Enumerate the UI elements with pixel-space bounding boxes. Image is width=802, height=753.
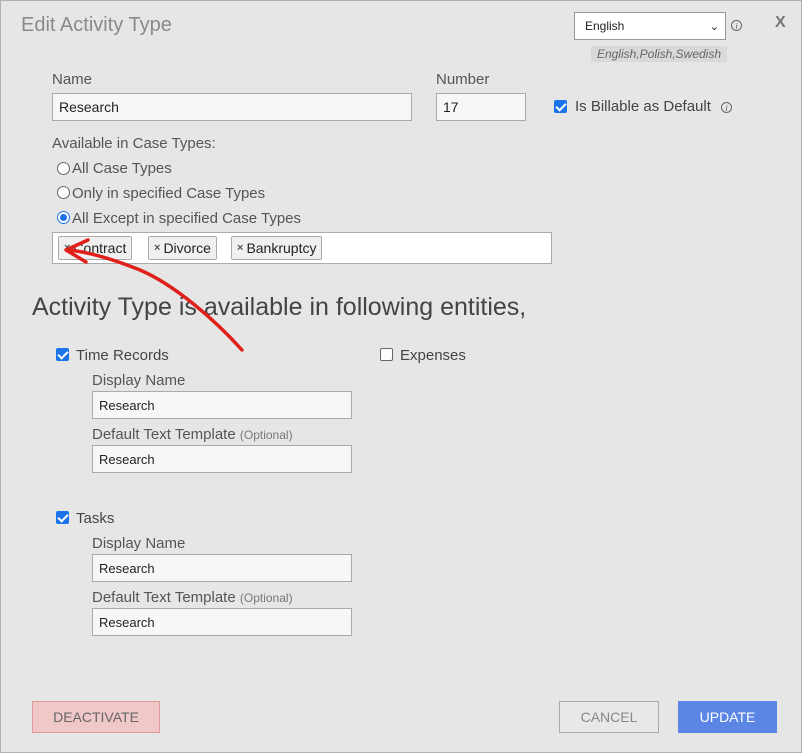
number-label: Number (436, 71, 490, 88)
time-records-template-input[interactable]: Research (92, 445, 352, 473)
tasks-display-name-value: Research (99, 560, 155, 576)
tag-bankruptcy: × Bankruptcy (231, 236, 323, 260)
expenses-label: Expenses (400, 347, 466, 364)
radio-all-except-label: All Except in specified Case Types (72, 210, 302, 227)
case-types-tag-input[interactable]: × Contract × Divorce × Bankruptcy (52, 232, 552, 264)
language-available-hint: English,Polish,Swedish (591, 46, 727, 62)
dialog-title: Edit Activity Type (21, 14, 172, 36)
tasks-checkbox[interactable] (56, 511, 69, 524)
billable-label: Is Billable as Default (575, 98, 711, 115)
time-records-display-name-input[interactable]: Research (92, 391, 352, 419)
close-icon[interactable]: X (775, 14, 786, 32)
time-records-template-label-text: Default Text Template (92, 426, 236, 443)
billable-checkbox[interactable] (554, 100, 567, 113)
radio-all-case-types-label: All Case Types (72, 160, 172, 177)
tag-label: Divorce (163, 240, 211, 256)
radio-all-except[interactable] (57, 211, 70, 224)
radio-only-specified[interactable] (57, 186, 70, 199)
tasks-display-name-input[interactable]: Research (92, 554, 352, 582)
tasks-display-name-label: Display Name (92, 535, 186, 552)
tasks-template-input[interactable]: Research (92, 608, 352, 636)
optional-label: (Optional) (239, 428, 293, 442)
name-input-value: Research (59, 99, 119, 115)
time-records-checkbox[interactable] (56, 348, 69, 361)
cancel-button[interactable]: CANCEL (559, 701, 659, 733)
optional-label: (Optional) (239, 591, 293, 605)
edit-activity-type-dialog: Edit Activity Type English ⌄ i English,P… (0, 0, 802, 753)
language-select[interactable]: English ⌄ (574, 12, 726, 40)
close-icon[interactable]: × (237, 242, 243, 254)
tag-label: Contract (73, 240, 127, 256)
deactivate-button[interactable]: DEACTIVATE (32, 701, 160, 733)
tag-label: Bankruptcy (246, 240, 317, 256)
radio-only-specified-label: Only in specified Case Types (72, 185, 266, 202)
tasks-template-value: Research (99, 614, 155, 630)
tag-contract: × Contract (58, 236, 133, 260)
language-selected-value: English (585, 19, 625, 33)
time-records-template-label: Default Text Template (Optional) (92, 426, 293, 443)
time-records-label: Time Records (76, 347, 169, 364)
time-records-display-name-value: Research (99, 397, 155, 413)
case-types-label: Available in Case Types: (52, 135, 216, 152)
tasks-label: Tasks (76, 510, 115, 527)
close-icon[interactable]: × (64, 242, 70, 254)
update-button[interactable]: UPDATE (678, 701, 777, 733)
time-records-display-name-label: Display Name (92, 372, 186, 389)
entities-heading: Activity Type is available in following … (32, 293, 527, 321)
close-icon[interactable]: × (154, 242, 160, 254)
number-input-value: 17 (443, 99, 459, 115)
name-label: Name (52, 71, 93, 88)
billable-info-icon[interactable]: i (721, 102, 732, 113)
tag-divorce: × Divorce (148, 236, 217, 260)
time-records-template-value: Research (99, 451, 155, 467)
name-input[interactable]: Research (52, 93, 412, 121)
radio-all-case-types[interactable] (57, 162, 70, 175)
tasks-template-label-text: Default Text Template (92, 589, 236, 606)
expenses-checkbox[interactable] (380, 348, 393, 361)
tasks-template-label: Default Text Template (Optional) (92, 589, 293, 606)
number-input[interactable]: 17 (436, 93, 526, 121)
chevron-down-icon: ⌄ (709, 20, 719, 33)
info-icon[interactable]: i (731, 20, 742, 31)
